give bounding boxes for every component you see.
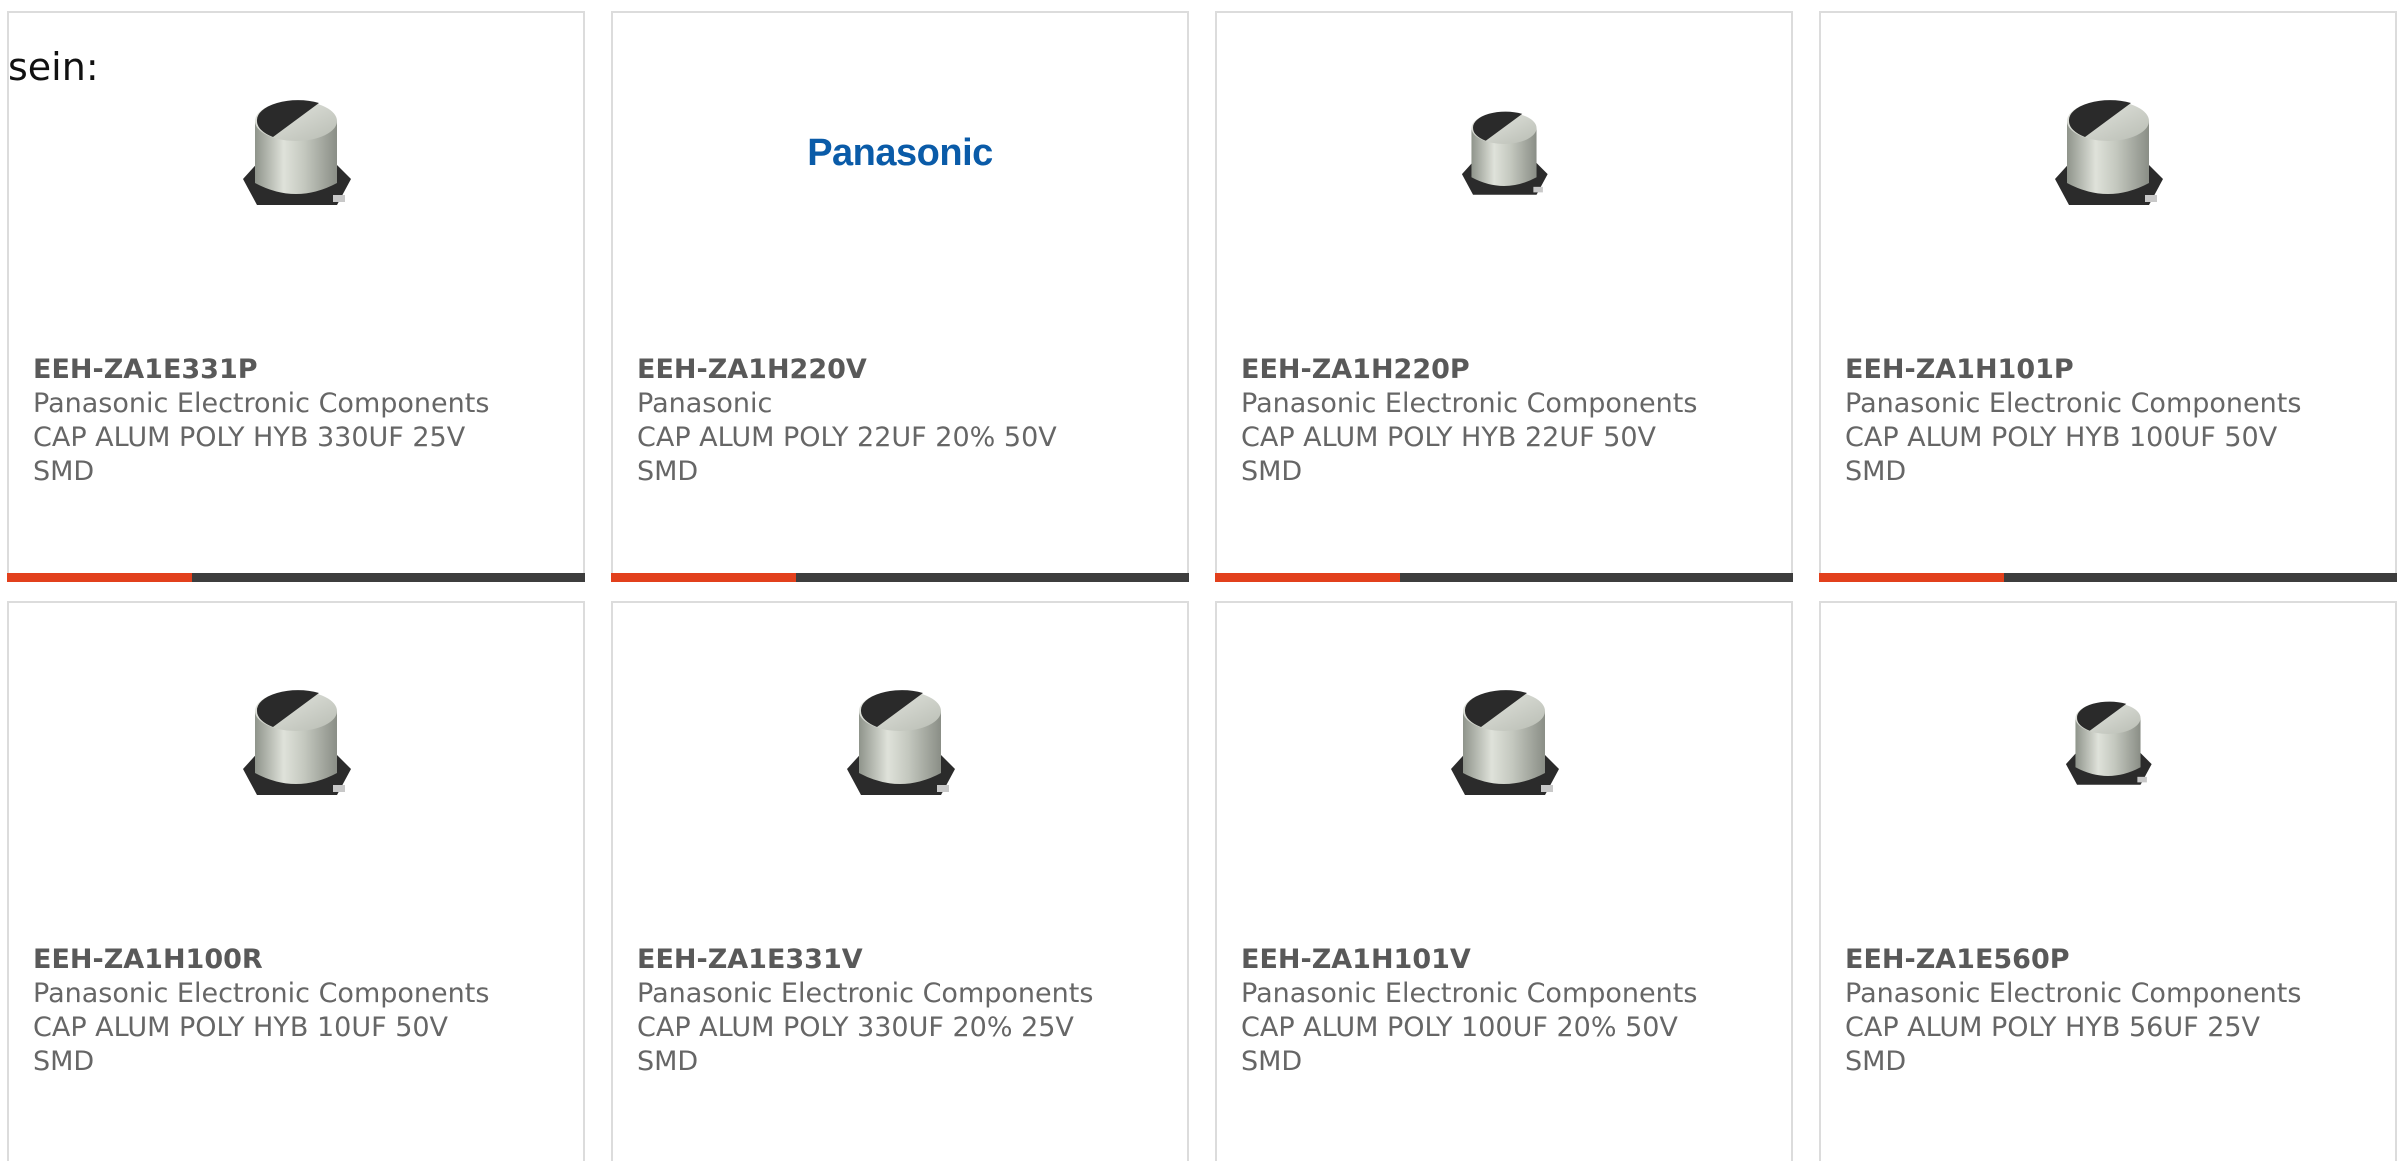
intro-text: sein: <box>8 45 99 89</box>
progress-bar <box>1819 573 2397 582</box>
product-image <box>1217 643 1791 843</box>
progress-fill <box>611 573 796 582</box>
package: SMD <box>637 1046 699 1077</box>
product-image <box>613 643 1187 843</box>
product-card[interactable]: Panasonic EEH-ZA1H220V Panasonic CAP ALU… <box>611 11 1189 582</box>
manufacturer: Panasonic Electronic Components <box>33 388 490 419</box>
product-card[interactable]: EEH-ZA1E560P Panasonic Electronic Compon… <box>1819 601 2397 1161</box>
product-image <box>1217 53 1791 253</box>
panasonic-logo: Panasonic <box>807 131 993 174</box>
product-card[interactable]: EEH-ZA1H220P Panasonic Electronic Compon… <box>1215 11 1793 582</box>
capacitor-icon <box>1451 690 1559 795</box>
part-number[interactable]: EEH-ZA1H101V <box>1241 943 1761 977</box>
description: CAP ALUM POLY 330UF 20% 25V <box>637 1012 1074 1043</box>
progress-bar <box>7 573 585 582</box>
part-number[interactable]: EEH-ZA1E331P <box>33 353 553 387</box>
progress-fill <box>1215 573 1400 582</box>
description: CAP ALUM POLY HYB 56UF 25V <box>1845 1012 2261 1043</box>
package: SMD <box>1241 1046 1303 1077</box>
product-image <box>1821 643 2395 843</box>
part-number[interactable]: EEH-ZA1E560P <box>1845 943 2365 977</box>
capacitor-icon <box>243 690 351 795</box>
capacitor-icon <box>2065 701 2152 785</box>
package: SMD <box>1845 456 1907 487</box>
manufacturer: Panasonic <box>637 388 773 419</box>
product-card[interactable]: EEH-ZA1H100R Panasonic Electronic Compon… <box>7 601 585 1161</box>
product-card[interactable]: EEH-ZA1E331P Panasonic Electronic Compon… <box>7 11 585 582</box>
package: SMD <box>33 1046 95 1077</box>
part-number[interactable]: EEH-ZA1H220V <box>637 353 1157 387</box>
part-number[interactable]: EEH-ZA1H220P <box>1241 353 1761 387</box>
manufacturer: Panasonic Electronic Components <box>33 978 490 1009</box>
description: CAP ALUM POLY HYB 330UF 25V <box>33 422 466 453</box>
description: CAP ALUM POLY 100UF 20% 50V <box>1241 1012 1678 1043</box>
progress-fill <box>7 573 192 582</box>
product-card[interactable]: EEH-ZA1H101P Panasonic Electronic Compon… <box>1819 11 2397 582</box>
product-image <box>9 643 583 843</box>
package: SMD <box>33 456 95 487</box>
capacitor-icon <box>847 690 955 795</box>
product-results-page: sein: EEH-ZA1E331P Panasonic Electronic … <box>0 0 2400 1161</box>
progress-fill <box>1819 573 2004 582</box>
capacitor-icon <box>243 100 351 205</box>
description: CAP ALUM POLY HYB 22UF 50V <box>1241 422 1657 453</box>
part-number[interactable]: EEH-ZA1E331V <box>637 943 1157 977</box>
part-number[interactable]: EEH-ZA1H100R <box>33 943 553 977</box>
manufacturer: Panasonic Electronic Components <box>1241 388 1698 419</box>
progress-bar <box>611 573 1189 582</box>
manufacturer: Panasonic Electronic Components <box>1241 978 1698 1009</box>
manufacturer: Panasonic Electronic Components <box>1845 388 2302 419</box>
package: SMD <box>1241 456 1303 487</box>
description: CAP ALUM POLY HYB 100UF 50V <box>1845 422 2278 453</box>
description: CAP ALUM POLY 22UF 20% 50V <box>637 422 1057 453</box>
capacitor-icon <box>2055 100 2163 205</box>
package: SMD <box>637 456 699 487</box>
product-card[interactable]: EEH-ZA1E331V Panasonic Electronic Compon… <box>611 601 1189 1161</box>
manufacturer: Panasonic Electronic Components <box>1845 978 2302 1009</box>
description: CAP ALUM POLY HYB 10UF 50V <box>33 1012 449 1043</box>
manufacturer: Panasonic Electronic Components <box>637 978 1094 1009</box>
capacitor-icon <box>1461 111 1548 195</box>
product-image <box>1821 53 2395 253</box>
progress-bar <box>1215 573 1793 582</box>
product-card[interactable]: EEH-ZA1H101V Panasonic Electronic Compon… <box>1215 601 1793 1161</box>
part-number[interactable]: EEH-ZA1H101P <box>1845 353 2365 387</box>
package: SMD <box>1845 1046 1907 1077</box>
product-image: Panasonic <box>613 53 1187 253</box>
